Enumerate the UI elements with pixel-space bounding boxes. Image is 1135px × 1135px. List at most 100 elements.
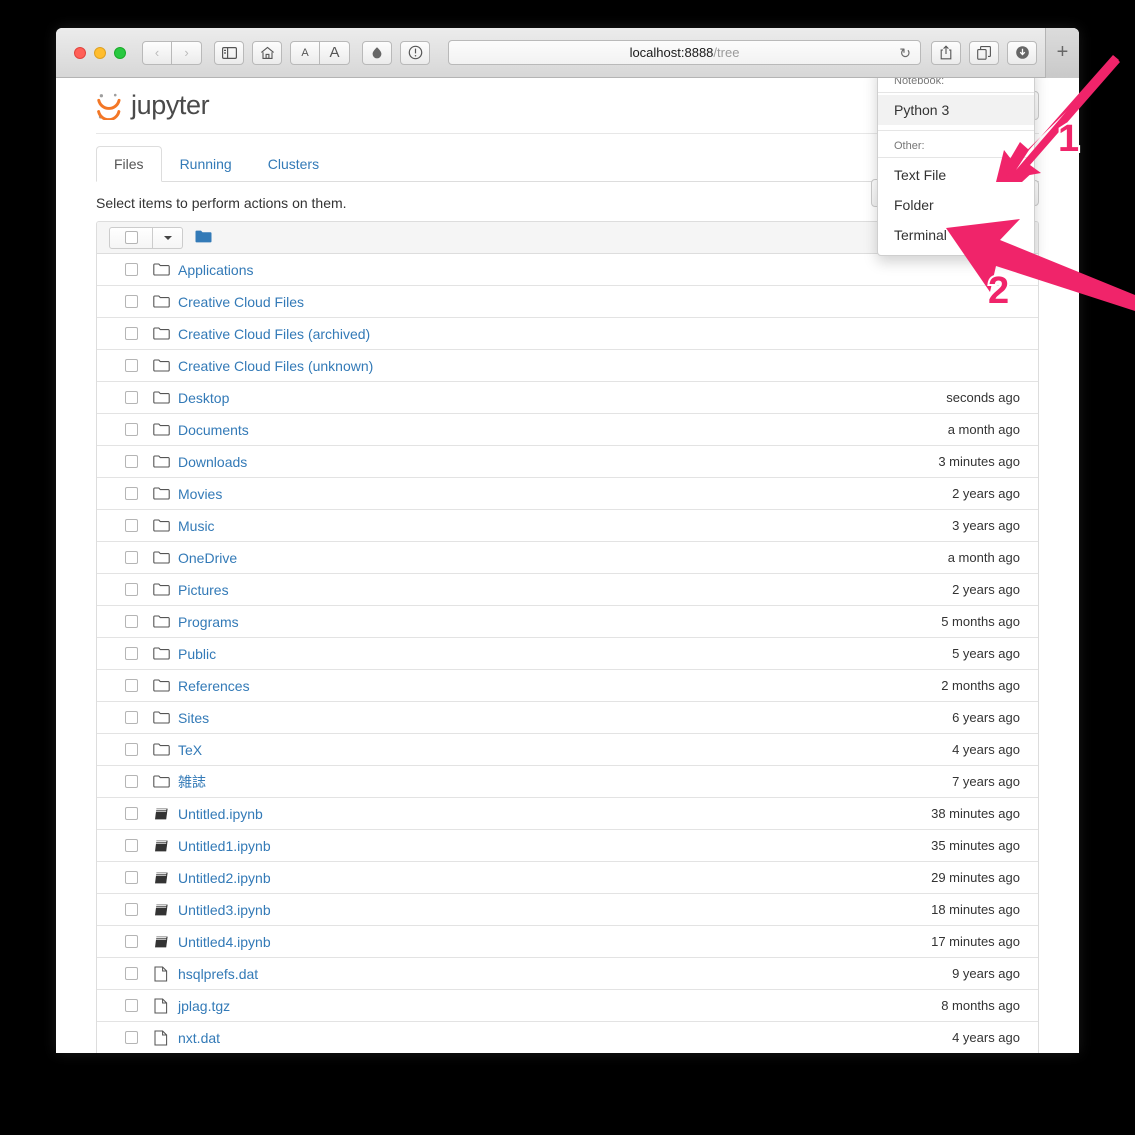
address-bar[interactable]: localhost:8888/tree ↻: [448, 40, 921, 65]
privacy-info-icon[interactable]: [400, 41, 430, 65]
row-checkbox[interactable]: [125, 327, 138, 340]
reader-mode-icon[interactable]: [362, 41, 392, 65]
jupyter-logo[interactable]: jupyter: [96, 90, 209, 121]
row-checkbox[interactable]: [125, 743, 138, 756]
table-row[interactable]: Downloads3 minutes ago: [97, 446, 1038, 478]
file-name-link[interactable]: Pictures: [178, 582, 229, 598]
table-row[interactable]: Desktopseconds ago: [97, 382, 1038, 414]
row-checkbox[interactable]: [125, 583, 138, 596]
table-row[interactable]: jplag.tgz8 months ago: [97, 990, 1038, 1022]
file-name-link[interactable]: TeX: [178, 742, 202, 758]
table-row[interactable]: Pictures2 years ago: [97, 574, 1038, 606]
file-name-link[interactable]: 雑誌: [178, 772, 206, 792]
table-row[interactable]: Creative Cloud Files (archived): [97, 318, 1038, 350]
file-name-link[interactable]: Music: [178, 518, 215, 534]
row-checkbox[interactable]: [125, 391, 138, 404]
table-row[interactable]: Untitled3.ipynb18 minutes ago: [97, 894, 1038, 926]
file-name-link[interactable]: Creative Cloud Files (archived): [178, 326, 370, 342]
row-checkbox[interactable]: [125, 263, 138, 276]
table-row[interactable]: 雑誌7 years ago: [97, 766, 1038, 798]
row-checkbox[interactable]: [125, 871, 138, 884]
file-name-link[interactable]: Untitled3.ipynb: [178, 902, 271, 918]
file-name-link[interactable]: Applications: [178, 262, 254, 278]
row-checkbox[interactable]: [125, 999, 138, 1012]
file-name-link[interactable]: hsqlprefs.dat: [178, 966, 258, 982]
close-window-button[interactable]: [74, 47, 86, 59]
file-name-link[interactable]: Untitled1.ipynb: [178, 838, 271, 854]
select-all-checkbox[interactable]: [109, 227, 153, 249]
row-checkbox[interactable]: [125, 647, 138, 660]
row-checkbox[interactable]: [125, 551, 138, 564]
file-name-link[interactable]: OneDrive: [178, 550, 237, 566]
forward-icon[interactable]: ›: [172, 41, 202, 65]
row-checkbox[interactable]: [125, 935, 138, 948]
select-menu-button[interactable]: [153, 227, 183, 249]
menu-item-python-3[interactable]: Python 3: [878, 95, 1034, 125]
table-row[interactable]: References2 months ago: [97, 670, 1038, 702]
table-row[interactable]: nxt.dat4 years ago: [97, 1022, 1038, 1053]
tab-running[interactable]: Running: [162, 146, 250, 182]
tab-files[interactable]: Files: [96, 146, 162, 182]
home-icon[interactable]: [252, 41, 282, 65]
table-row[interactable]: Public5 years ago: [97, 638, 1038, 670]
reload-icon[interactable]: ↻: [899, 46, 911, 60]
table-row[interactable]: Untitled.ipynb38 minutes ago: [97, 798, 1038, 830]
table-row[interactable]: hsqlprefs.dat9 years ago: [97, 958, 1038, 990]
menu-item-terminal[interactable]: Terminal: [878, 220, 1034, 250]
row-checkbox[interactable]: [125, 519, 138, 532]
row-checkbox[interactable]: [125, 775, 138, 788]
row-checkbox[interactable]: [125, 711, 138, 724]
table-row[interactable]: TeX4 years ago: [97, 734, 1038, 766]
file-name-link[interactable]: nxt.dat: [178, 1030, 220, 1046]
row-checkbox[interactable]: [125, 967, 138, 980]
new-tab-button[interactable]: +: [1045, 28, 1079, 78]
row-checkbox[interactable]: [125, 487, 138, 500]
file-name-link[interactable]: Untitled2.ipynb: [178, 870, 271, 886]
folder-icon[interactable]: [195, 230, 212, 246]
table-row[interactable]: Programs5 months ago: [97, 606, 1038, 638]
file-name-link[interactable]: jplag.tgz: [178, 998, 230, 1014]
file-name-link[interactable]: Untitled.ipynb: [178, 806, 263, 822]
table-row[interactable]: Music3 years ago: [97, 510, 1038, 542]
file-name-link[interactable]: References: [178, 678, 250, 694]
row-checkbox[interactable]: [125, 903, 138, 916]
file-name-link[interactable]: Sites: [178, 710, 209, 726]
table-row[interactable]: Documentsa month ago: [97, 414, 1038, 446]
back-icon[interactable]: ‹: [142, 41, 172, 65]
file-name-link[interactable]: Public: [178, 646, 216, 662]
row-checkbox[interactable]: [125, 295, 138, 308]
menu-item-text-file[interactable]: Text File: [878, 160, 1034, 190]
file-name-link[interactable]: Desktop: [178, 390, 229, 406]
table-row[interactable]: Untitled2.ipynb29 minutes ago: [97, 862, 1038, 894]
menu-item-folder[interactable]: Folder: [878, 190, 1034, 220]
share-icon[interactable]: [931, 41, 961, 65]
maximize-window-button[interactable]: [114, 47, 126, 59]
file-name-link[interactable]: Downloads: [178, 454, 247, 470]
table-row[interactable]: Movies2 years ago: [97, 478, 1038, 510]
table-row[interactable]: Sites6 years ago: [97, 702, 1038, 734]
table-row[interactable]: Creative Cloud Files: [97, 286, 1038, 318]
row-checkbox[interactable]: [125, 359, 138, 372]
row-checkbox[interactable]: [125, 1031, 138, 1044]
table-row[interactable]: Applications: [97, 254, 1038, 286]
text-smaller-icon[interactable]: A: [290, 41, 320, 65]
file-name-link[interactable]: Movies: [178, 486, 222, 502]
text-larger-icon[interactable]: A: [320, 41, 350, 65]
row-checkbox[interactable]: [125, 807, 138, 820]
table-row[interactable]: Untitled1.ipynb35 minutes ago: [97, 830, 1038, 862]
row-checkbox[interactable]: [125, 615, 138, 628]
row-checkbox[interactable]: [125, 839, 138, 852]
downloads-icon[interactable]: [1007, 41, 1037, 65]
file-name-link[interactable]: Documents: [178, 422, 249, 438]
file-name-link[interactable]: Untitled4.ipynb: [178, 934, 271, 950]
table-row[interactable]: OneDrivea month ago: [97, 542, 1038, 574]
table-row[interactable]: Creative Cloud Files (unknown): [97, 350, 1038, 382]
tab-clusters[interactable]: Clusters: [250, 146, 337, 182]
sidebar-icon[interactable]: [214, 41, 244, 65]
file-name-link[interactable]: Creative Cloud Files: [178, 294, 304, 310]
table-row[interactable]: Untitled4.ipynb17 minutes ago: [97, 926, 1038, 958]
file-name-link[interactable]: Creative Cloud Files (unknown): [178, 358, 373, 374]
minimize-window-button[interactable]: [94, 47, 106, 59]
file-name-link[interactable]: Programs: [178, 614, 239, 630]
row-checkbox[interactable]: [125, 455, 138, 468]
